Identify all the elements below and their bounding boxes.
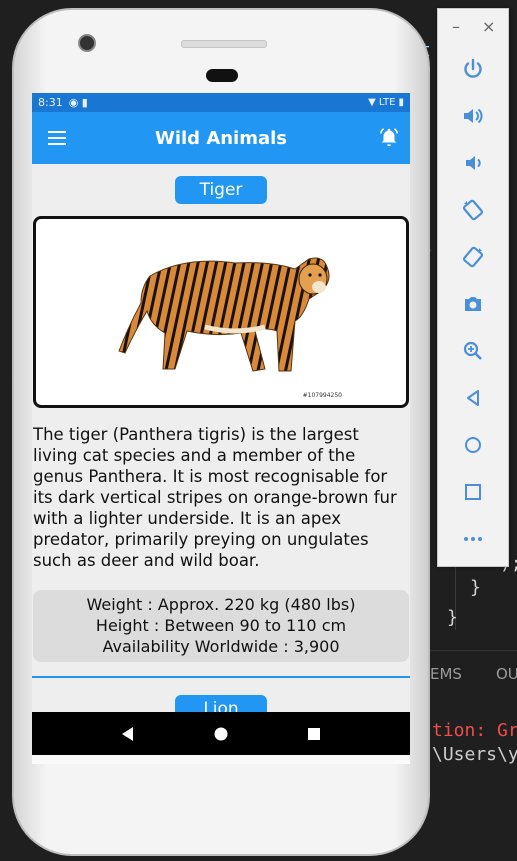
more-icon [464, 536, 482, 541]
home-button[interactable] [438, 421, 508, 468]
back-button[interactable] [438, 374, 508, 421]
home-icon [465, 436, 481, 453]
rotate-right-icon [462, 246, 484, 267]
emulator-toolbar: – × [437, 8, 509, 567]
notification-bell-icon[interactable] [378, 126, 400, 148]
volume-up-button[interactable] [438, 92, 508, 139]
nav-home-icon[interactable] [213, 726, 229, 742]
height-text: Height : Between 90 to 110 cm [95, 616, 347, 635]
animal-list[interactable]: Tiger #107994250 The tiger (Panthera tig… [32, 164, 410, 712]
next-animal-button[interactable]: Lion [175, 695, 267, 712]
availability-text: Availability Worldwide : 3,900 [102, 637, 340, 656]
volume-down-button[interactable] [438, 139, 508, 186]
power-icon [464, 58, 482, 78]
close-button[interactable]: × [482, 17, 495, 36]
app-bar: Wild Animals [32, 112, 410, 164]
rotate-right-button[interactable] [438, 233, 508, 280]
volume-down-icon [466, 155, 481, 170]
rotate-left-icon [462, 199, 484, 220]
status-bar: 8:31 ◉ ▮ ▼ LTE ▮ [32, 93, 410, 112]
weight-text: Weight : Approx. 220 kg (480 lbs) [86, 595, 356, 614]
tiger-photo: #107994250 [95, 221, 348, 403]
nav-overview-icon[interactable] [306, 726, 322, 742]
overview-button[interactable] [438, 468, 508, 515]
panel-tab-bar: EMS OU [420, 650, 517, 699]
app-title: Wild Animals [154, 127, 288, 149]
tab-problems[interactable]: EMS [430, 665, 462, 683]
zoom-icon [463, 341, 482, 360]
volume-up-icon [464, 108, 483, 123]
rotate-left-button[interactable] [438, 186, 508, 233]
animal-stats: Weight : Approx. 220 kg (480 lbs) Height… [33, 590, 409, 662]
phone-screen: 8:31 ◉ ▮ ▼ LTE ▮ Wild Animals Tiger #107… [32, 93, 410, 764]
zoom-button[interactable] [438, 327, 508, 374]
code-brace: } [470, 577, 481, 598]
animal-image-card: #107994250 [33, 216, 409, 408]
power-button[interactable] [438, 45, 508, 92]
tab-output[interactable]: OU [496, 665, 517, 683]
overview-icon [465, 483, 481, 500]
network-type: LTE [378, 97, 396, 108]
notification-icon: ◉ ▮ [68, 96, 88, 109]
status-icons: ▼ LTE ▮ [368, 97, 404, 108]
tiger-illustration [118, 257, 330, 372]
screenshot-button[interactable] [438, 280, 508, 327]
image-id: #107994250 [302, 392, 342, 399]
front-camera [78, 34, 96, 52]
wifi-icon: ▼ [368, 97, 376, 108]
battery-icon: ▮ [398, 97, 404, 108]
list-divider [32, 676, 410, 678]
terminal-line: tion: Gr [432, 720, 517, 741]
camera-icon [465, 296, 481, 311]
nav-back-icon[interactable] [120, 726, 136, 742]
animal-name-button[interactable]: Tiger [175, 176, 267, 204]
minimize-button[interactable]: – [452, 17, 460, 36]
navigation-bar [32, 712, 410, 755]
more-button[interactable] [438, 515, 508, 562]
terminal-line: \Users\y [432, 744, 517, 765]
animal-description: The tiger (Panthera tigris) is the large… [33, 425, 397, 570]
speaker-grille [181, 40, 267, 48]
back-icon [467, 389, 479, 406]
status-time: 8:31 [38, 96, 63, 109]
code-brace: } [447, 607, 458, 628]
earpiece [206, 69, 238, 82]
